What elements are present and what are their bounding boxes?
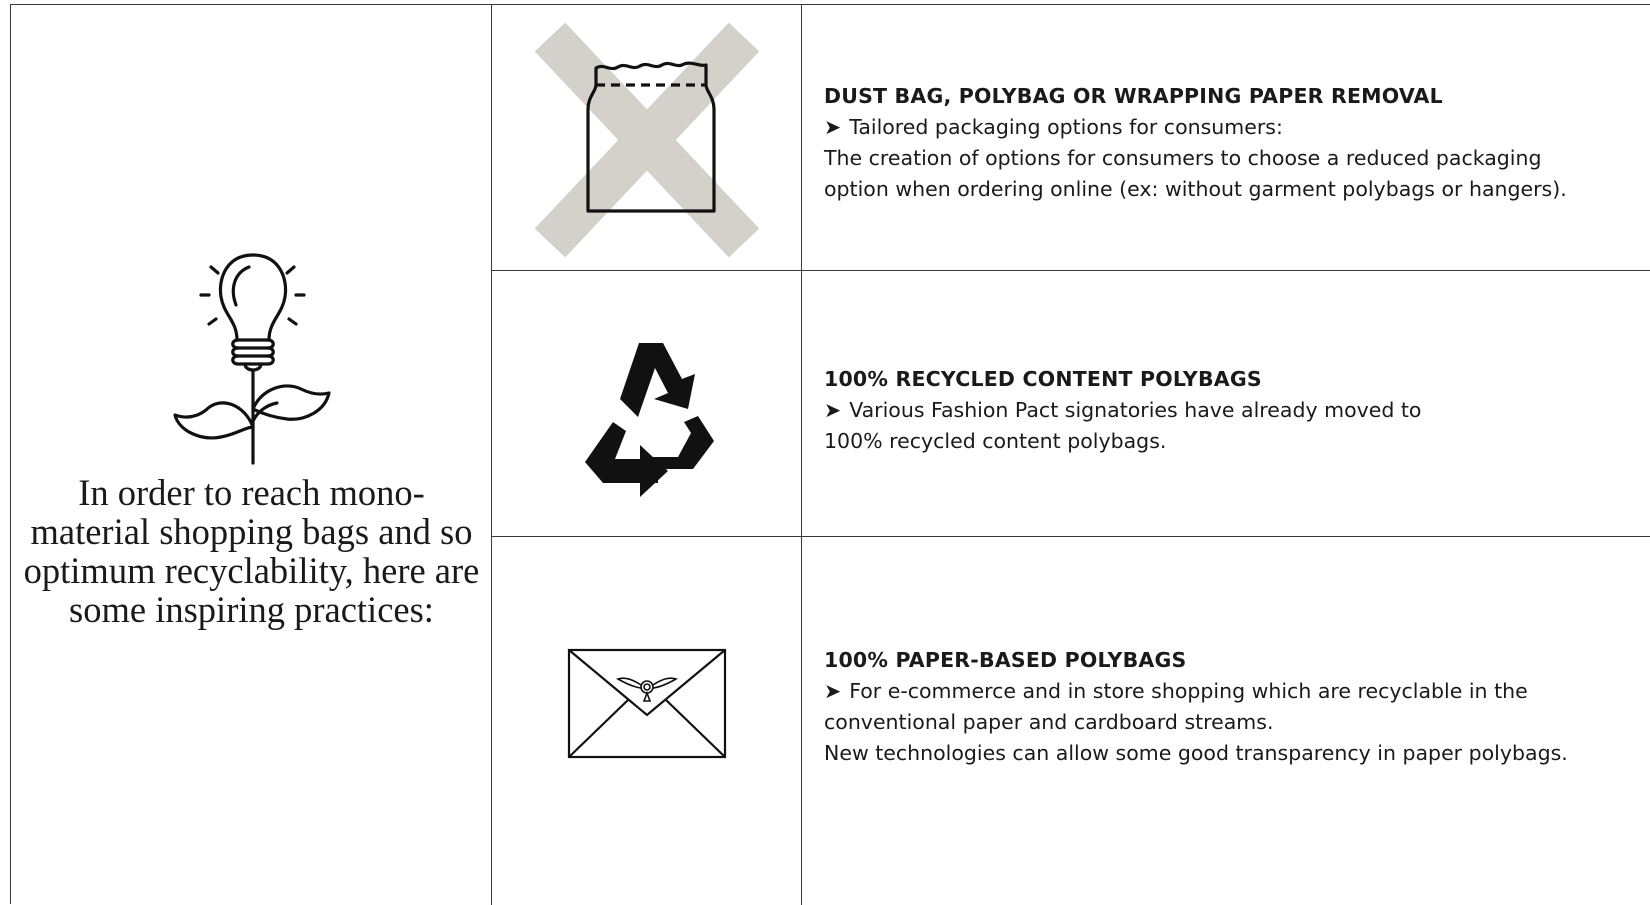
arrow-bullet-icon: ➤ — [824, 115, 842, 139]
intro-line: some inspiring practices: — [69, 589, 434, 630]
practice-text: 100% PAPER-BASED POLYBAGS ➤ For e-commerc… — [824, 645, 1643, 769]
intro-line: optimum recyclability, here are — [23, 550, 480, 591]
practice-bullet-text: Tailored packaging options for consumers… — [849, 115, 1283, 139]
practice-bullet: ➤ Various Fashion Pact signatories have a… — [824, 395, 1643, 426]
practice-detail: The creation of options for consumers to… — [824, 146, 1542, 170]
practice-bullet-text: For e-commerce and in store shopping whi… — [849, 679, 1528, 703]
practice-bullet-text: Various Fashion Pact signatories have al… — [849, 398, 1422, 422]
recycle-symbol-icon — [585, 343, 714, 497]
practice-heading: DUST BAG, POLYBAG OR WRAPPING PAPER REMO… — [824, 84, 1443, 108]
practice-detail: option when ordering online (ex: without… — [824, 177, 1567, 201]
practice-detail: conventional paper and cardboard streams… — [824, 710, 1274, 734]
practice-bullet: ➤ Tailored packaging options for consumer… — [824, 112, 1643, 143]
practice-heading: 100% RECYCLED CONTENT POLYBAGS — [824, 367, 1262, 391]
practice-row-packaging-removal: DUST BAG, POLYBAG OR WRAPPING PAPER REMO… — [492, 5, 1650, 271]
practice-bullet: ➤ For e-commerce and in store shopping wh… — [824, 676, 1643, 707]
practice-row-recycled-content: 100% RECYCLED CONTENT POLYBAGS ➤ Various … — [492, 271, 1650, 537]
practice-icon-cell — [492, 5, 802, 270]
practice-icon-cell — [492, 537, 802, 905]
practice-detail: 100% recycled content polybags. — [824, 429, 1167, 453]
practice-text: 100% RECYCLED CONTENT POLYBAGS ➤ Various … — [824, 364, 1643, 457]
paper-envelope-icon — [567, 648, 727, 759]
crossed-out-polybag-icon — [534, 22, 760, 258]
intro-cell: In order to reach mono- material shoppin… — [11, 5, 492, 905]
intro-line: In order to reach mono- — [78, 472, 425, 513]
practices-table: In order to reach mono- material shoppin… — [10, 4, 1650, 905]
intro-line: material shopping bags and so — [30, 511, 473, 552]
arrow-bullet-icon: ➤ — [824, 679, 842, 703]
practice-heading: 100% PAPER-BASED POLYBAGS — [824, 648, 1187, 672]
arrow-bullet-icon: ➤ — [824, 398, 842, 422]
intro-text: In order to reach mono- material shoppin… — [11, 473, 492, 629]
lightbulb-plant-icon — [173, 253, 331, 465]
practice-text: DUST BAG, POLYBAG OR WRAPPING PAPER REMO… — [824, 81, 1643, 205]
practice-icon-cell — [492, 271, 802, 536]
practice-detail: New technologies can allow some good tra… — [824, 741, 1568, 765]
practice-row-paper-based: 100% PAPER-BASED POLYBAGS ➤ For e-commerc… — [492, 537, 1650, 905]
